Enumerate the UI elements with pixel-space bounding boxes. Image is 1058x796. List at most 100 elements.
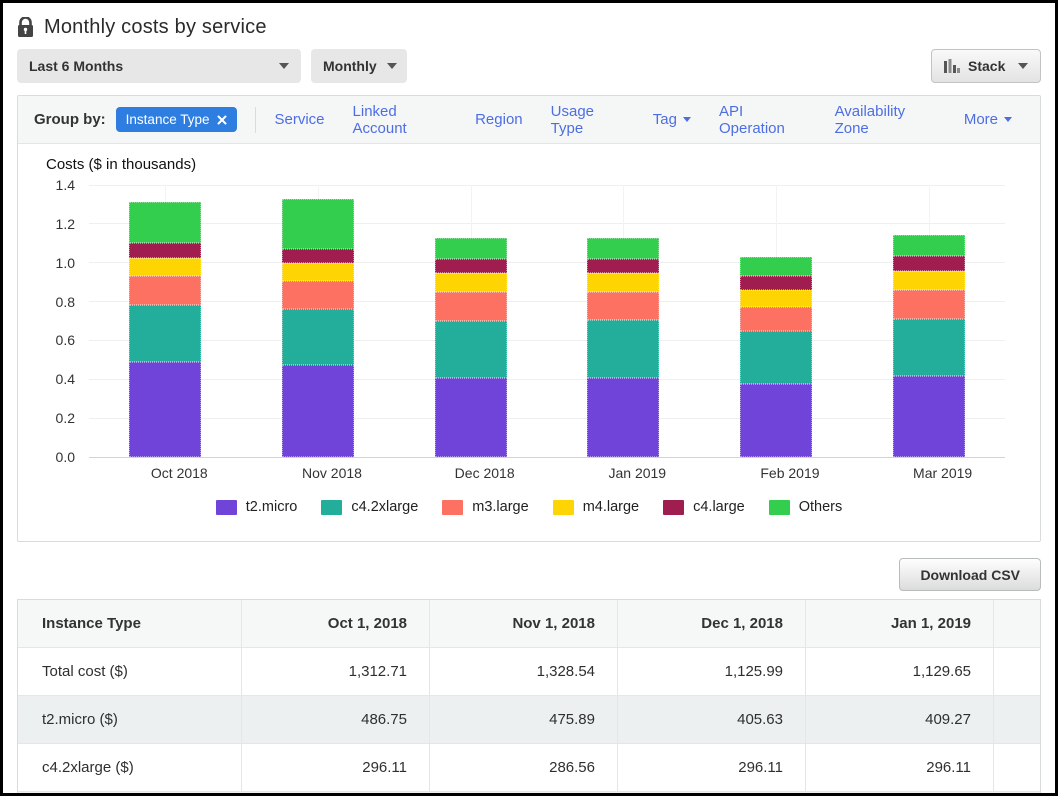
bar-segment-m3.large[interactable]: [129, 276, 201, 305]
legend-swatch: [553, 500, 574, 515]
chevron-down-icon: [1018, 63, 1028, 69]
column-header-spacer: [994, 600, 1040, 647]
group-by-link-availability-zone[interactable]: Availability Zone: [835, 103, 936, 137]
granularity-dropdown[interactable]: Monthly: [311, 49, 407, 83]
group-by-link-more[interactable]: More: [964, 111, 1012, 128]
column-header-instance-type: Instance Type: [18, 600, 242, 647]
divider: [255, 107, 256, 133]
bar-segment-m4.large[interactable]: [129, 258, 201, 276]
legend-swatch: [216, 500, 237, 515]
toolbar: Last 6 Months Monthly Stack: [17, 49, 1041, 83]
cell-value: 475.89: [430, 696, 618, 743]
bar-segment-c4.large[interactable]: [740, 276, 812, 290]
group-by-label: Group by:: [34, 111, 106, 128]
bar-segment-Others[interactable]: [435, 238, 507, 259]
column-header-nov: Nov 1, 2018: [430, 600, 618, 647]
chevron-down-icon: [1004, 117, 1012, 122]
lock-icon: [17, 17, 34, 38]
group-by-link-region[interactable]: Region: [475, 111, 523, 128]
bar-segment-m4.large[interactable]: [435, 273, 507, 292]
gridline: [89, 340, 1005, 341]
bar-segment-t2.micro[interactable]: [129, 362, 201, 457]
x-tick-label: Feb 2019: [714, 465, 867, 481]
legend-item-m3.large[interactable]: m3.large: [442, 499, 528, 515]
page-header: Monthly costs by service: [17, 13, 1041, 41]
bar-segment-c4.large[interactable]: [129, 243, 201, 258]
legend-label: c4.2xlarge: [351, 499, 418, 515]
granularity-value: Monthly: [323, 58, 377, 74]
y-tick-label: 1.0: [56, 255, 75, 271]
legend-item-c4.large[interactable]: c4.large: [663, 499, 745, 515]
bar-segment-m3.large[interactable]: [282, 281, 354, 309]
close-icon[interactable]: [217, 115, 227, 125]
group-by-link-linked-account[interactable]: Linked Account: [353, 103, 448, 137]
bar-segment-m3.large[interactable]: [740, 307, 812, 331]
bar-segment-t2.micro[interactable]: [740, 384, 812, 457]
group-by-active-pill[interactable]: Instance Type: [116, 107, 238, 132]
y-tick-label: 0.2: [56, 410, 75, 426]
bar-segment-c4.2xlarge[interactable]: [282, 309, 354, 365]
bar-segment-c4.2xlarge[interactable]: [893, 319, 965, 377]
table-row-partial: [18, 792, 1040, 796]
legend-item-c4.2xlarge[interactable]: c4.2xlarge: [321, 499, 418, 515]
legend-item-t2.micro[interactable]: t2.micro: [216, 499, 298, 515]
row-label: t2.micro ($): [18, 696, 242, 743]
chart-style-dropdown[interactable]: Stack: [931, 49, 1041, 83]
cell-value: 1,328.54: [430, 648, 618, 695]
bar-segment-Others[interactable]: [893, 235, 965, 256]
cell-value: 405.63: [618, 696, 806, 743]
group-by-link-api-operation[interactable]: API Operation: [719, 103, 807, 137]
y-tick-label: 0.6: [56, 332, 75, 348]
table-header-row: Instance Type Oct 1, 2018 Nov 1, 2018 De…: [18, 600, 1040, 648]
bar-segment-Others[interactable]: [740, 257, 812, 276]
gridline: [89, 301, 1005, 302]
bar-segment-t2.micro[interactable]: [435, 378, 507, 457]
bar-segment-m4.large[interactable]: [740, 290, 812, 307]
bar-segment-m3.large[interactable]: [893, 290, 965, 318]
bar-segment-m3.large[interactable]: [587, 292, 659, 320]
cell-value: 296.11: [242, 744, 430, 791]
bar-segment-c4.2xlarge[interactable]: [435, 321, 507, 379]
cost-table: Instance Type Oct 1, 2018 Nov 1, 2018 De…: [17, 599, 1041, 796]
bar-segment-t2.micro[interactable]: [587, 378, 659, 458]
download-csv-button[interactable]: Download CSV: [899, 558, 1041, 591]
x-tick-label: Nov 2018: [256, 465, 409, 481]
legend-label: Others: [799, 499, 843, 515]
chevron-down-icon: [279, 63, 289, 69]
bar-segment-Others[interactable]: [129, 202, 201, 243]
cell-spacer: [994, 648, 1040, 695]
bar-segment-m4.large[interactable]: [893, 271, 965, 290]
group-by-link-service[interactable]: Service: [274, 111, 324, 128]
legend-label: t2.micro: [246, 499, 298, 515]
bar-segment-m4.large[interactable]: [587, 273, 659, 292]
bar-segment-Others[interactable]: [587, 238, 659, 259]
legend-item-Others[interactable]: Others: [769, 499, 843, 515]
column-header-oct: Oct 1, 2018: [242, 600, 430, 647]
cell-spacer: [994, 744, 1040, 791]
bar-segment-c4.large[interactable]: [893, 256, 965, 271]
bar-segment-m3.large[interactable]: [435, 292, 507, 321]
column-header-jan: Jan 1, 2019: [806, 600, 994, 647]
bar-segment-t2.micro[interactable]: [282, 365, 354, 457]
x-tick-label: Oct 2018: [103, 465, 256, 481]
legend-swatch: [769, 500, 790, 515]
date-range-dropdown[interactable]: Last 6 Months: [17, 49, 301, 83]
bar-segment-c4.2xlarge[interactable]: [740, 331, 812, 384]
bar-segment-Others[interactable]: [282, 199, 354, 249]
table-row-t2-micro: t2.micro ($) 486.75 475.89 405.63 409.27: [18, 696, 1040, 744]
bar-segment-c4.large[interactable]: [587, 259, 659, 273]
cell-value: 296.11: [618, 744, 806, 791]
bar-segment-c4.2xlarge[interactable]: [587, 320, 659, 378]
bar-segment-c4.2xlarge[interactable]: [129, 305, 201, 363]
bar-segment-c4.large[interactable]: [282, 249, 354, 263]
cell-value: 1,129.65: [806, 648, 994, 695]
bar-segment-m4.large[interactable]: [282, 263, 354, 281]
bar-chart-icon: [944, 59, 960, 73]
legend-item-m4.large[interactable]: m4.large: [553, 499, 639, 515]
bar-segment-t2.micro[interactable]: [893, 376, 965, 457]
group-by-link-usage-type[interactable]: Usage Type: [551, 103, 625, 137]
table-row-total-cost: Total cost ($) 1,312.71 1,328.54 1,125.9…: [18, 648, 1040, 696]
group-by-link-tag[interactable]: Tag: [653, 111, 691, 128]
legend-label: m4.large: [583, 499, 639, 515]
bar-segment-c4.large[interactable]: [435, 259, 507, 273]
